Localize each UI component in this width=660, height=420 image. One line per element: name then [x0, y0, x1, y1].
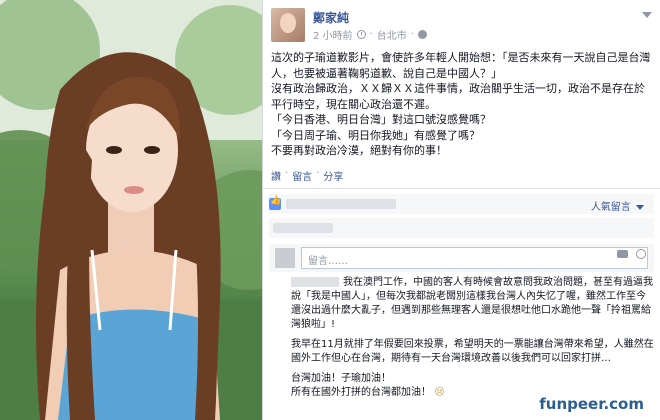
- meta-separator: ·: [369, 29, 373, 40]
- redacted-commenter-name[interactable]: [291, 277, 339, 287]
- post-paragraph: 沒有政治歸政治，ＸＸ歸ＸＸ這件事情，政治關乎生活一切，政治不是存在於平行時空，現…: [271, 82, 645, 111]
- portrait-illustration: [0, 0, 262, 420]
- emoji-smile-icon[interactable]: [636, 249, 646, 259]
- chevron-down-icon: [636, 204, 644, 210]
- post-header: 鄭家純 2 小時前 · 台北市 ·: [271, 8, 654, 44]
- post-meta: 2 小時前 · 台北市 ·: [313, 27, 427, 42]
- like-action[interactable]: 讚: [271, 168, 281, 183]
- post-options-chevron-down-icon[interactable]: [642, 12, 652, 18]
- thumbs-up-icon: [269, 196, 281, 210]
- redacted-shares: [273, 223, 333, 233]
- meta-separator: ·: [410, 29, 414, 40]
- comment-composer: 留言……: [269, 244, 654, 272]
- action-separator: ·: [316, 168, 320, 179]
- post-text: 這次的子瑜道歉影片，會使許多年輕人開始想：「是否未來有一天說自己是台灣人，也要被…: [271, 50, 655, 159]
- comment-item: 我在澳門工作，中國的客人有時候會故意問我政治問題，甚至有過逼我說「我是中國人」，…: [291, 276, 655, 406]
- post-actions: 讚 · 留言 · 分享: [271, 168, 343, 183]
- top-comments-dropdown[interactable]: 人氣留言: [591, 198, 644, 213]
- comment-paragraph: 我早在11月就排了年假要回來投票，希望明天的一票能讓台灣帶來希望，人雖然在國外工…: [291, 339, 654, 364]
- portrait-photo: [0, 0, 262, 420]
- post-paragraph: 「今日香港、明日台灣」對這口號沒感覺嗎？: [271, 113, 491, 126]
- comment-input[interactable]: 留言……: [301, 247, 648, 269]
- author-name[interactable]: 鄭家純: [313, 9, 349, 26]
- top-comments-label: 人氣留言: [590, 202, 631, 213]
- crying-face-icon: 😢: [434, 387, 445, 398]
- facebook-post-panel: 鄭家純 2 小時前 · 台北市 · 這次的子瑜道歉影片，會使許多年輕人開始想：「…: [262, 0, 660, 420]
- camera-icon[interactable]: [617, 250, 628, 258]
- comment-paragraph: 所有在國外打拼的台灣都加油！: [291, 387, 431, 398]
- globe-icon: [417, 30, 427, 39]
- post-paragraph: 不要再對政治冷漠，絕對有你的事！: [271, 144, 447, 157]
- post-paragraph: 這次的子瑜道歉影片，會使許多年輕人開始想：「是否未來有一天說自己是台灣人，也要被…: [271, 51, 651, 80]
- site-watermark: funpeer.com: [529, 392, 654, 416]
- likes-bar: 人氣留言: [269, 194, 654, 214]
- post-time[interactable]: 2 小時前: [313, 27, 353, 42]
- comment-action[interactable]: 留言: [292, 168, 312, 183]
- viewer-avatar: [275, 248, 295, 268]
- author-avatar[interactable]: [271, 8, 305, 42]
- post-paragraph: 「今日周子瑜、明日你我她」有感覺了嗎？: [271, 128, 480, 142]
- clock-icon: [356, 30, 366, 39]
- share-action[interactable]: 分享: [323, 168, 343, 183]
- comment-paragraph: 台灣加油！子瑜加油！: [291, 373, 391, 384]
- shares-bar: [269, 218, 654, 238]
- comment-paragraph: 我在澳門工作，中國的客人有時候會故意問我政治問題，甚至有過逼我說「我是中國人」，…: [291, 277, 653, 330]
- redacted-likers: [286, 199, 396, 209]
- divider: [263, 188, 660, 189]
- action-separator: ·: [285, 168, 289, 179]
- post-location[interactable]: 台北市: [377, 27, 407, 42]
